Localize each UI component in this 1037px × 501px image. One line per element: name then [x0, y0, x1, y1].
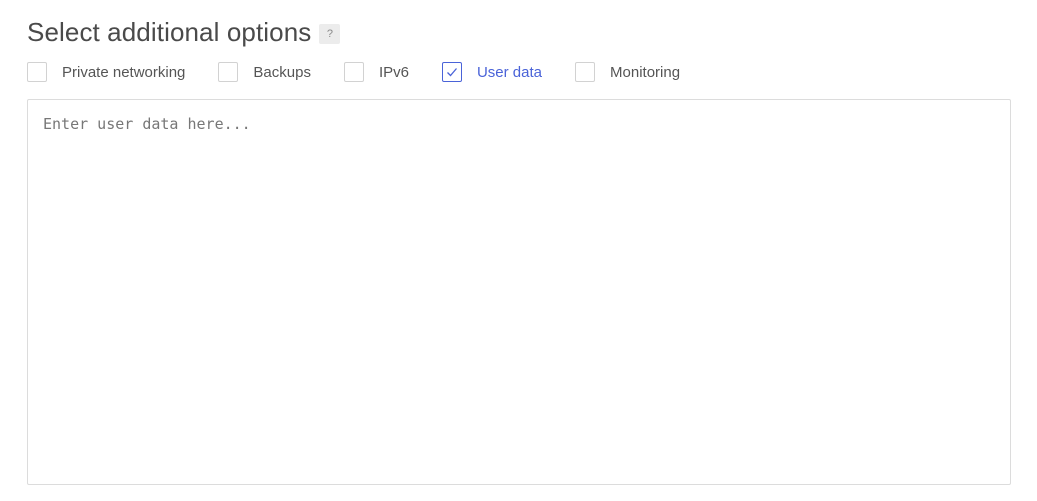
- help-icon[interactable]: ?: [319, 23, 341, 44]
- additional-options-section: Select additional options ? Private netw…: [27, 14, 1011, 84]
- option-label: IPv6: [378, 63, 409, 81]
- option-label: User data: [476, 63, 543, 81]
- user-data-textarea[interactable]: [27, 99, 1011, 485]
- option-private-networking[interactable]: Private networking: [27, 62, 185, 82]
- monitoring-checkbox[interactable]: [575, 62, 596, 82]
- option-label: Monitoring: [610, 63, 681, 81]
- option-user-data[interactable]: User data: [441, 62, 543, 82]
- option-label: Private networking: [62, 63, 186, 81]
- backups-checkbox[interactable]: [218, 62, 239, 82]
- option-monitoring[interactable]: Monitoring: [575, 62, 680, 82]
- title-row: Select additional options ?: [27, 14, 1011, 50]
- section-title: Select additional options: [27, 16, 312, 47]
- option-backups[interactable]: Backups: [218, 62, 311, 82]
- user-data-checkbox[interactable]: [441, 62, 462, 82]
- option-label: Backups: [253, 63, 311, 81]
- user-data-container: [27, 99, 1011, 485]
- private-networking-checkbox[interactable]: [27, 62, 47, 82]
- options-row: Private networking Backups IPv6 User dat…: [27, 60, 1011, 84]
- option-ipv6[interactable]: IPv6: [343, 62, 409, 82]
- ipv6-checkbox[interactable]: [343, 62, 364, 82]
- checkmark-icon: [447, 68, 457, 77]
